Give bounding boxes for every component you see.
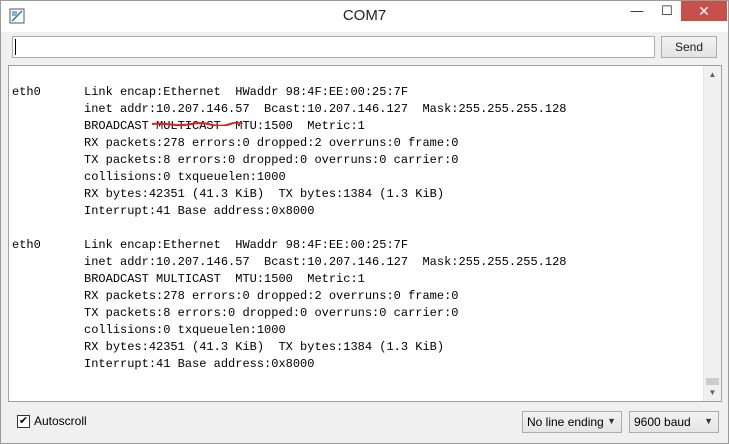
console-line: RX bytes:42351 (41.3 KiB) TX bytes:1384 … — [12, 187, 445, 201]
maximize-icon[interactable]: ☐ — [653, 1, 681, 21]
line-ending-value: No line ending — [527, 415, 604, 429]
console-line: RX bytes:42351 (41.3 KiB) TX bytes:1384 … — [12, 340, 445, 354]
console-line: Interrupt:41 Base address:0x8000 — [12, 204, 315, 218]
serial-output-text: eth0 Link encap:Ethernet HWaddr 98:4F:EE… — [12, 84, 567, 373]
serial-input[interactable] — [12, 36, 655, 58]
vertical-scrollbar[interactable]: ▲ ▼ — [703, 66, 721, 401]
console-line: collisions:0 txqueuelen:1000 — [12, 323, 286, 337]
minimize-icon[interactable]: — — [623, 1, 651, 21]
console-line: inet addr:10.207.146.57 Bcast:10.207.146… — [12, 102, 567, 116]
console-line: TX packets:8 errors:0 dropped:0 overruns… — [12, 306, 459, 320]
text-caret — [15, 39, 16, 55]
console-line: inet addr:10.207.146.57 Bcast:10.207.146… — [12, 255, 567, 269]
console-line: collisions:0 txqueuelen:1000 — [12, 170, 286, 184]
title-bar: COM7 — ☐ ✕ — [1, 1, 728, 32]
autoscroll-label[interactable]: Autoscroll — [34, 414, 87, 428]
chevron-down-icon: ▼ — [704, 416, 713, 426]
line-ending-select[interactable]: No line ending ▼ — [522, 411, 622, 433]
console-line: RX packets:278 errors:0 dropped:2 overru… — [12, 136, 459, 150]
send-button[interactable]: Send — [661, 36, 717, 58]
red-underline-annotation — [151, 122, 243, 126]
serial-monitor-window: COM7 — ☐ ✕ Send eth0 Link encap:Ethernet… — [0, 0, 729, 444]
console-line: Interrupt:41 Base address:0x8000 — [12, 357, 315, 371]
baud-rate-value: 9600 baud — [634, 415, 691, 429]
close-icon[interactable]: ✕ — [681, 1, 727, 21]
console-line: TX packets:8 errors:0 dropped:0 overruns… — [12, 153, 459, 167]
scroll-up-icon[interactable]: ▲ — [704, 66, 721, 83]
baud-rate-select[interactable]: 9600 baud ▼ — [629, 411, 719, 433]
chevron-down-icon: ▼ — [607, 416, 616, 426]
autoscroll-checkbox[interactable]: ✔ — [17, 415, 30, 428]
console-line: eth0 Link encap:Ethernet HWaddr 98:4F:EE… — [12, 238, 409, 252]
console-line: BROADCAST MULTICAST MTU:1500 Metric:1 — [12, 272, 365, 286]
console-line: RX packets:278 errors:0 dropped:2 overru… — [12, 289, 459, 303]
window-title: COM7 — [342, 7, 387, 24]
serial-output[interactable]: eth0 Link encap:Ethernet HWaddr 98:4F:EE… — [8, 65, 722, 402]
status-bar: ✔ Autoscroll No line ending ▼ 9600 baud … — [1, 405, 728, 443]
scroll-down-icon[interactable]: ▼ — [704, 384, 721, 401]
console-line: eth0 Link encap:Ethernet HWaddr 98:4F:EE… — [12, 85, 409, 99]
